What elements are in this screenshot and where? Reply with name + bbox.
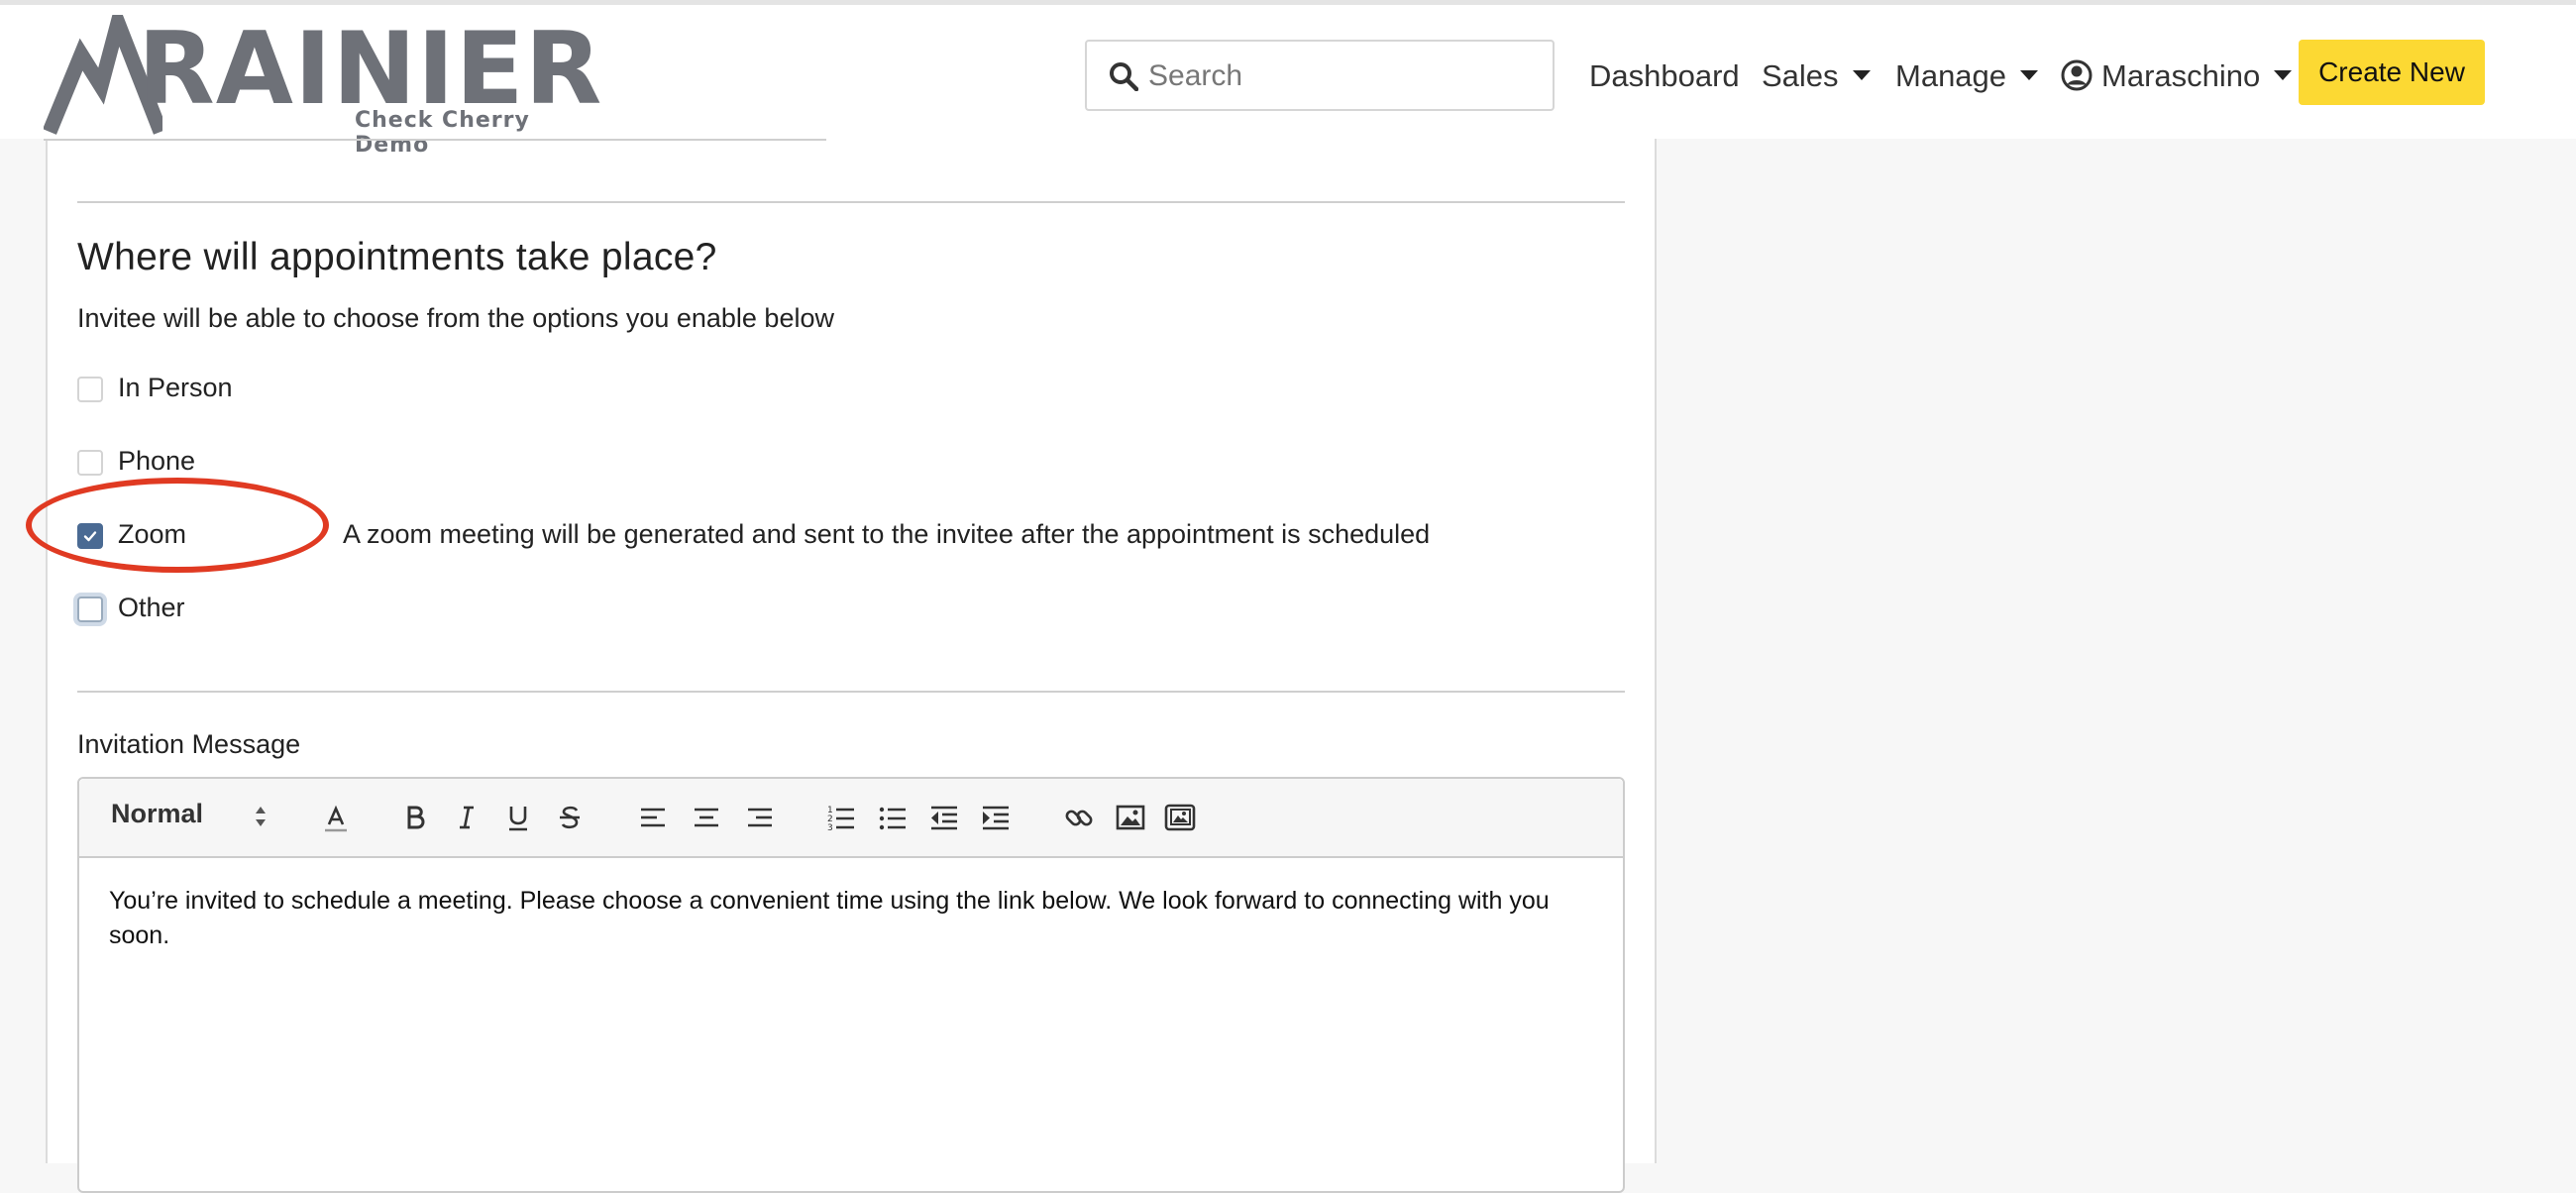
location-section-subtitle: Invitee will be able to choose from the …	[77, 303, 834, 333]
align-right-icon[interactable]	[743, 801, 777, 834]
rainier-logo[interactable]: RAINIER Check Cherry Demo	[44, 15, 601, 158]
ordered-list-icon[interactable]: 1 2 3	[824, 801, 858, 834]
nav-manage-dropdown[interactable]: Manage	[1895, 56, 2039, 96]
divider	[44, 139, 826, 141]
annotation-circle	[26, 478, 329, 573]
section-divider	[77, 201, 1625, 203]
in-person-checkbox[interactable]	[77, 377, 103, 402]
gallery-image-icon[interactable]	[1163, 801, 1197, 834]
other-checkbox[interactable]	[77, 596, 103, 622]
editor-toolbar: Normal 1 2 3	[79, 779, 1623, 858]
invitation-message-text[interactable]: You’re invited to schedule a meeting. Pl…	[109, 884, 1595, 953]
nav-user-label: Maraschino	[2101, 58, 2261, 93]
section-divider	[77, 691, 1625, 693]
nav-sales-dropdown[interactable]: Sales	[1762, 56, 1871, 96]
outdent-icon[interactable]	[927, 801, 961, 834]
bold-icon[interactable]	[398, 801, 432, 834]
caret-down-icon	[1852, 69, 1871, 80]
zoom-option-note: A zoom meeting will be generated and sen…	[343, 519, 1431, 549]
nav-dashboard-label: Dashboard	[1589, 58, 1740, 93]
strikethrough-icon[interactable]	[553, 801, 587, 834]
top-navbar: RAINIER Check Cherry Demo Dashboard Sale…	[0, 0, 2576, 158]
svg-text:3: 3	[827, 823, 833, 833]
in-person-label: In Person	[118, 373, 233, 402]
other-label: Other	[118, 593, 185, 622]
create-new-button[interactable]: Create New	[2299, 40, 2485, 105]
indent-icon[interactable]	[979, 801, 1013, 834]
invitation-message-editor[interactable]: Normal 1 2 3 You’re invited to schedule …	[77, 777, 1625, 1193]
logo-subtitle: Check Cherry Demo	[355, 108, 530, 158]
logo-wordmark: RAINIER	[138, 10, 603, 127]
text-color-icon[interactable]	[319, 801, 353, 834]
nav-dashboard[interactable]: Dashboard	[1589, 56, 1740, 96]
paragraph-format-select[interactable]: Normal	[111, 799, 203, 834]
caret-down-icon	[2274, 69, 2293, 80]
caret-down-icon	[2020, 69, 2039, 80]
search-input[interactable]	[1146, 50, 1537, 103]
phone-checkbox[interactable]	[77, 450, 103, 476]
nav-sales-label: Sales	[1762, 58, 1839, 93]
location-section-title: Where will appointments take place?	[77, 236, 717, 278]
phone-label: Phone	[118, 446, 196, 476]
nav-user-dropdown[interactable]: Maraschino	[2101, 56, 2293, 96]
search-icon	[1110, 62, 1138, 91]
link-icon[interactable]	[1062, 801, 1096, 834]
bullet-list-icon[interactable]	[876, 801, 910, 834]
select-arrows-icon[interactable]	[254, 805, 268, 828]
search-box[interactable]	[1085, 40, 1555, 111]
italic-icon[interactable]	[450, 801, 483, 834]
nav-manage-label: Manage	[1895, 58, 2007, 93]
align-center-icon[interactable]	[690, 801, 723, 834]
user-circle-icon[interactable]	[2061, 59, 2093, 91]
align-left-icon[interactable]	[636, 801, 670, 834]
underline-icon[interactable]	[501, 801, 535, 834]
invitation-message-label: Invitation Message	[77, 729, 301, 759]
image-icon[interactable]	[1114, 801, 1147, 834]
